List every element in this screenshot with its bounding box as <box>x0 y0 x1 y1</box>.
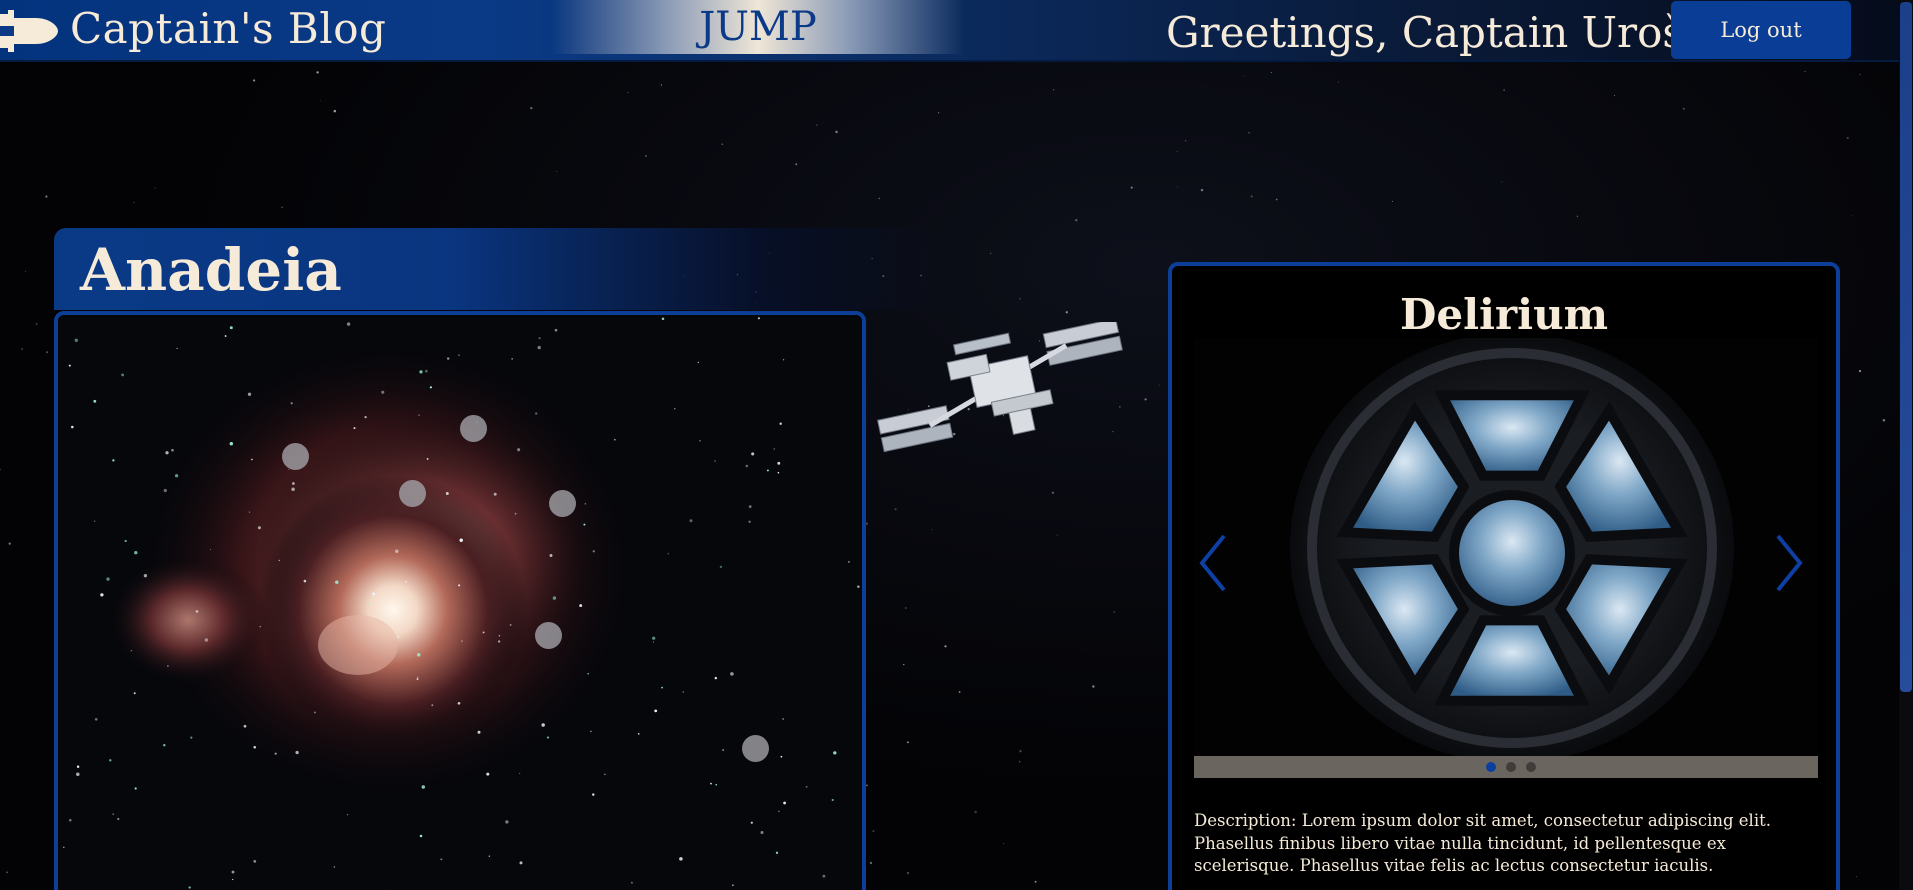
map-marker[interactable] <box>460 415 487 442</box>
planet-title: Anadeia <box>80 236 342 304</box>
logout-button[interactable]: Log out <box>1671 1 1851 59</box>
greeting-text: Greetings, Captain Uroš <box>1166 8 1684 57</box>
site-title[interactable]: Captain's Blog <box>70 4 386 53</box>
chevron-right-icon[interactable] <box>1772 532 1806 594</box>
space-station-image <box>877 322 1123 453</box>
jump-label: JUMP <box>699 4 817 50</box>
chevron-left-icon[interactable] <box>1196 532 1230 594</box>
gallery-description: Description: Lorem ipsum dolor sit amet,… <box>1194 811 1771 875</box>
map-marker[interactable] <box>535 622 562 649</box>
gallery-card: Delirium Description: Lorem ipsum dolor … <box>1168 262 1840 890</box>
top-navbar: Captain's Blog JUMP Greetings, Captain U… <box>0 0 1913 62</box>
jump-button[interactable]: JUMP <box>552 0 964 54</box>
slide-dot[interactable] <box>1506 762 1516 772</box>
map-marker[interactable] <box>282 443 309 470</box>
planet-map <box>54 311 866 890</box>
space-shuttle-icon[interactable] <box>0 8 60 54</box>
map-marker[interactable] <box>742 735 769 762</box>
slide-dot[interactable] <box>1526 762 1536 772</box>
gallery-title: Delirium <box>1399 290 1609 339</box>
map-marker[interactable] <box>399 480 426 507</box>
space-station-cupola-window-image <box>1194 338 1818 768</box>
slide-indicator-bar <box>1194 756 1818 778</box>
map-marker[interactable] <box>549 490 576 517</box>
scrollbar-thumb[interactable] <box>1900 2 1912 692</box>
slide-dot[interactable] <box>1486 762 1496 772</box>
orion-nebula-image <box>58 315 862 890</box>
